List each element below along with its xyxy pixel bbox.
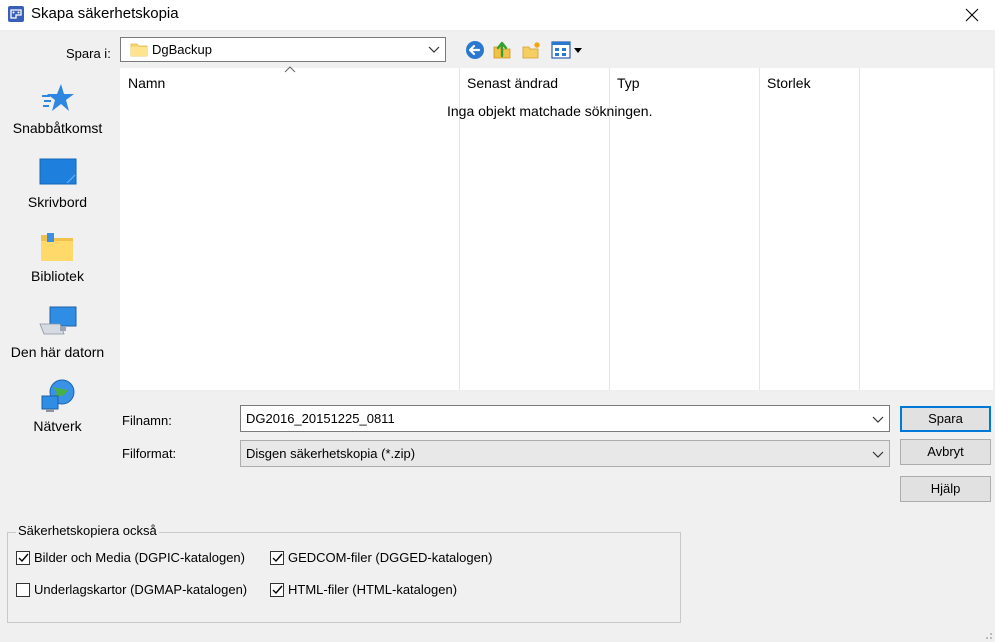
format-value: Disgen säkerhetskopia (*.zip) bbox=[246, 446, 416, 461]
chevron-down-icon bbox=[872, 451, 884, 458]
library-folder-icon bbox=[40, 233, 73, 261]
checkbox-gedcom[interactable]: GEDCOM-filer (DGGED-katalogen) bbox=[270, 550, 492, 565]
dialog-body: Spara i: DgBackup Snabbåtkomst Skrivbord… bbox=[0, 30, 995, 642]
up-folder-icon[interactable] bbox=[492, 40, 512, 60]
checkbox-box[interactable] bbox=[16, 582, 30, 597]
place-desktop[interactable]: Skrivbord bbox=[3, 156, 112, 210]
filename-value: DG2016_20151225_0811 bbox=[246, 411, 395, 426]
checkbox-label: GEDCOM-filer (DGGED-katalogen) bbox=[288, 550, 493, 565]
place-this-pc[interactable]: Den här datorn bbox=[3, 304, 112, 360]
star-icon bbox=[41, 84, 74, 111]
folder-icon bbox=[130, 43, 148, 57]
chevron-down-icon bbox=[428, 46, 440, 53]
checkbox-label: HTML-filer (HTML-katalogen) bbox=[288, 582, 458, 597]
also-backup-group bbox=[7, 532, 681, 623]
resize-grip-icon[interactable] bbox=[983, 630, 993, 640]
column-header-size[interactable]: Storlek bbox=[759, 68, 859, 98]
checkmark-icon bbox=[18, 553, 29, 562]
column-divider bbox=[859, 68, 860, 390]
checkmark-icon bbox=[272, 585, 283, 594]
new-folder-icon[interactable] bbox=[522, 40, 542, 60]
view-menu-icon[interactable] bbox=[551, 40, 585, 60]
checkbox-box[interactable] bbox=[270, 550, 284, 565]
desktop-icon bbox=[39, 158, 76, 185]
save-in-label: Spara i: bbox=[66, 46, 111, 61]
chevron-down-icon[interactable] bbox=[872, 413, 884, 425]
checkbox-box[interactable] bbox=[270, 582, 284, 597]
save-in-value: DgBackup bbox=[152, 42, 212, 57]
title-bar: Skapa säkerhetskopia bbox=[0, 0, 995, 30]
place-label: Nätverk bbox=[33, 418, 82, 434]
column-divider bbox=[759, 68, 760, 390]
places-bar: Snabbåtkomst Skrivbord Bibliotek Den här… bbox=[3, 68, 112, 509]
app-icon bbox=[8, 6, 24, 22]
place-label: Bibliotek bbox=[31, 268, 84, 284]
filename-label: Filnamn: bbox=[122, 413, 172, 428]
save-button[interactable]: Spara bbox=[900, 406, 991, 432]
back-arrow-icon[interactable] bbox=[465, 40, 485, 60]
help-button[interactable]: Hjälp bbox=[900, 476, 991, 502]
place-label: Skrivbord bbox=[27, 194, 88, 210]
window-title: Skapa säkerhetskopia bbox=[31, 5, 179, 22]
column-header-name[interactable]: Namn bbox=[120, 68, 460, 98]
checkbox-box[interactable] bbox=[16, 550, 30, 565]
filename-input[interactable]: DG2016_20151225_0811 bbox=[240, 405, 890, 432]
place-label: Snabbåtkomst bbox=[12, 120, 103, 136]
save-in-dropdown[interactable]: DgBackup bbox=[120, 37, 446, 62]
checkbox-label: Bilder och Media (DGPIC-katalogen) bbox=[34, 550, 245, 565]
close-button[interactable] bbox=[949, 0, 995, 30]
checkbox-label: Underlagskartor (DGMAP-katalogen) bbox=[34, 582, 248, 597]
cancel-button[interactable]: Avbryt bbox=[900, 439, 991, 465]
checkmark-icon bbox=[272, 553, 283, 562]
column-header-modified[interactable]: Senast ändrad bbox=[459, 68, 609, 98]
checkbox-maps[interactable]: Underlagskartor (DGMAP-katalogen) bbox=[16, 582, 247, 597]
place-quick-access[interactable]: Snabbåtkomst bbox=[3, 82, 112, 136]
computer-icon bbox=[38, 306, 76, 335]
close-icon bbox=[965, 8, 979, 22]
also-backup-title: Säkerhetskopiera också bbox=[16, 523, 159, 538]
format-label: Filformat: bbox=[122, 446, 177, 461]
format-dropdown[interactable]: Disgen säkerhetskopia (*.zip) bbox=[240, 440, 890, 467]
place-network[interactable]: Nätverk bbox=[3, 378, 112, 434]
column-header-type[interactable]: Typ bbox=[609, 68, 759, 98]
network-globe-icon bbox=[41, 379, 74, 412]
empty-list-message: Inga objekt matchade sökningen. bbox=[447, 103, 653, 119]
place-label: Den här datorn bbox=[10, 344, 105, 360]
checkbox-pictures-media[interactable]: Bilder och Media (DGPIC-katalogen) bbox=[16, 550, 245, 565]
file-list[interactable]: Namn Senast ändrad Typ Storlek Inga obje… bbox=[120, 66, 993, 390]
checkbox-html[interactable]: HTML-filer (HTML-katalogen) bbox=[270, 582, 457, 597]
place-library[interactable]: Bibliotek bbox=[3, 230, 112, 284]
